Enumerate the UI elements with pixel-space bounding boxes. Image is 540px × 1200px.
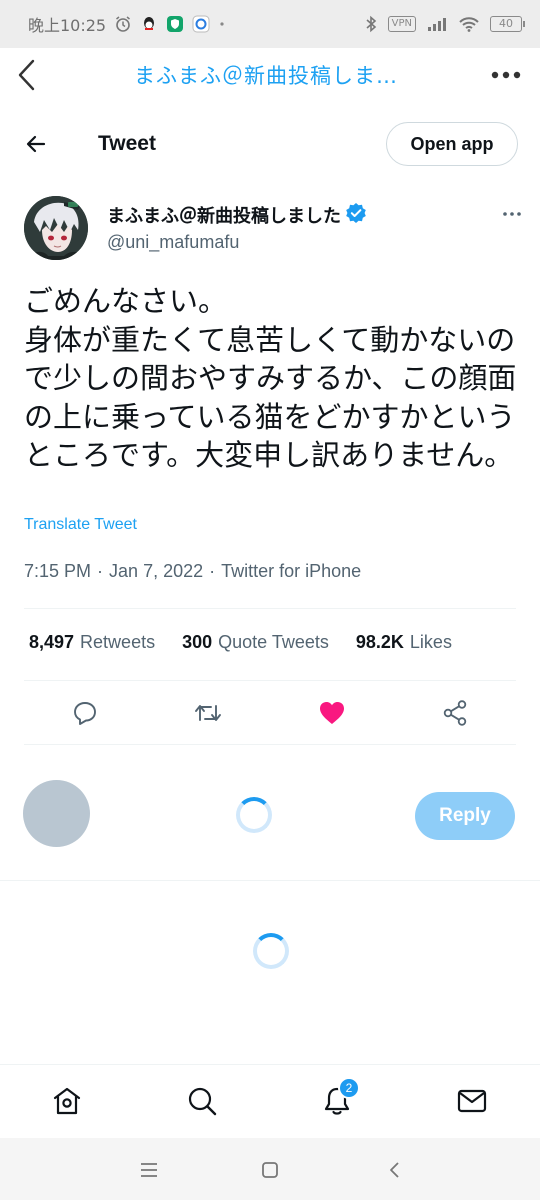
more-horizontal-icon xyxy=(503,212,521,216)
mail-icon xyxy=(457,1089,487,1113)
qq-icon xyxy=(140,15,158,33)
alarm-icon xyxy=(114,15,132,33)
share-icon xyxy=(443,700,467,726)
translate-tweet-link[interactable]: Translate Tweet xyxy=(24,516,137,534)
retweets-count: 8,497 xyxy=(29,632,75,652)
open-app-button[interactable]: Open app xyxy=(386,122,518,166)
tweet-actions xyxy=(0,690,540,736)
share-action-button[interactable] xyxy=(440,698,470,728)
wifi-icon xyxy=(458,15,480,33)
dot-icon xyxy=(218,20,226,28)
tweet-time[interactable]: 7:15 PM xyxy=(24,561,91,582)
reply-button[interactable]: Reply xyxy=(415,792,515,840)
tweet-date[interactable]: Jan 7, 2022 xyxy=(109,561,203,582)
nav-search[interactable] xyxy=(184,1083,220,1119)
likes-label: Likes xyxy=(409,632,452,652)
quote-tweets-stat[interactable]: 300 Quote Tweets xyxy=(182,632,329,653)
status-bar: 晚上10:25 VPN 40 xyxy=(0,0,540,48)
status-time: 晚上10:25 xyxy=(28,16,107,35)
app-icon xyxy=(192,15,210,33)
menu-icon xyxy=(141,1163,157,1177)
tweet-header: Tweet Open app xyxy=(0,120,540,168)
system-menu-button[interactable] xyxy=(135,1156,163,1184)
chevron-left-icon xyxy=(390,1162,399,1178)
quote-tweets-count: 300 xyxy=(182,632,213,652)
signal-icon xyxy=(426,15,448,33)
retweets-label: Retweets xyxy=(80,632,156,652)
verified-badge-icon xyxy=(345,202,367,228)
home-icon xyxy=(53,1087,81,1115)
retweet-icon xyxy=(195,705,221,721)
likes-stat[interactable]: 98.2K Likes xyxy=(356,632,452,653)
author-name[interactable]: まふまふ＠新曲投稿しました xyxy=(107,202,341,228)
search-icon xyxy=(188,1087,217,1116)
retweet-action-button[interactable] xyxy=(193,698,223,728)
notification-badge: 2 xyxy=(338,1077,360,1099)
browser-back-button[interactable] xyxy=(4,53,48,97)
chevron-left-icon xyxy=(18,59,35,91)
likes-count: 98.2K xyxy=(355,632,404,652)
divider xyxy=(24,680,516,681)
bluetooth-icon xyxy=(364,15,378,33)
square-icon xyxy=(262,1162,278,1178)
divider xyxy=(24,608,516,609)
system-home-button[interactable] xyxy=(256,1156,284,1184)
quote-tweets-label: Quote Tweets xyxy=(218,632,329,652)
browser-app-bar: まふまふ＠新曲投稿しま… xyxy=(0,48,540,102)
user-avatar-placeholder xyxy=(23,780,90,847)
nav-home[interactable] xyxy=(49,1083,85,1119)
retweets-stat[interactable]: 8,497 Retweets xyxy=(29,632,155,653)
tweet-text: ごめんなさい。 身体が重たくて息苦しくて動かないので少しの間おやすみするか、この… xyxy=(24,284,517,472)
loading-spinner-icon xyxy=(236,797,272,833)
tweet-meta: 7:15 PM · Jan 7, 2022 · Twitter for iPho… xyxy=(24,561,361,582)
tweet-more-button[interactable] xyxy=(500,202,524,226)
loading-spinner-icon xyxy=(253,933,289,969)
heart-icon xyxy=(320,702,344,724)
browser-title: まふまふ＠新曲投稿しま… xyxy=(134,64,398,88)
vpn-badge: VPN xyxy=(387,16,416,32)
page-title: Tweet xyxy=(98,132,156,155)
comment-icon xyxy=(74,702,96,725)
tweet-source[interactable]: Twitter for iPhone xyxy=(221,561,361,582)
browser-more-button[interactable] xyxy=(484,53,528,97)
author-handle[interactable]: @uni_mafumafu xyxy=(107,232,367,253)
divider xyxy=(0,880,540,881)
tweet-stats: 8,497 Retweets 300 Quote Tweets 98.2K Li… xyxy=(29,632,452,653)
back-button[interactable] xyxy=(16,124,56,164)
shield-app-icon xyxy=(166,15,184,33)
meta-separator: · xyxy=(97,561,104,581)
tweet-author: まふまふ＠新曲投稿しました @uni_mafumafu xyxy=(24,196,524,266)
like-action-button[interactable] xyxy=(317,698,347,728)
battery-icon: 40 xyxy=(490,16,525,32)
nav-messages[interactable] xyxy=(454,1083,490,1119)
arrow-left-icon xyxy=(26,135,46,153)
more-horizontal-icon xyxy=(491,71,521,79)
bottom-nav: 2 xyxy=(0,1064,540,1138)
system-nav-bar xyxy=(0,1138,540,1200)
system-back-button[interactable] xyxy=(380,1156,408,1184)
author-avatar[interactable] xyxy=(24,196,88,260)
divider xyxy=(24,744,516,745)
reply-action-button[interactable] xyxy=(70,698,100,728)
meta-separator: · xyxy=(209,561,216,581)
